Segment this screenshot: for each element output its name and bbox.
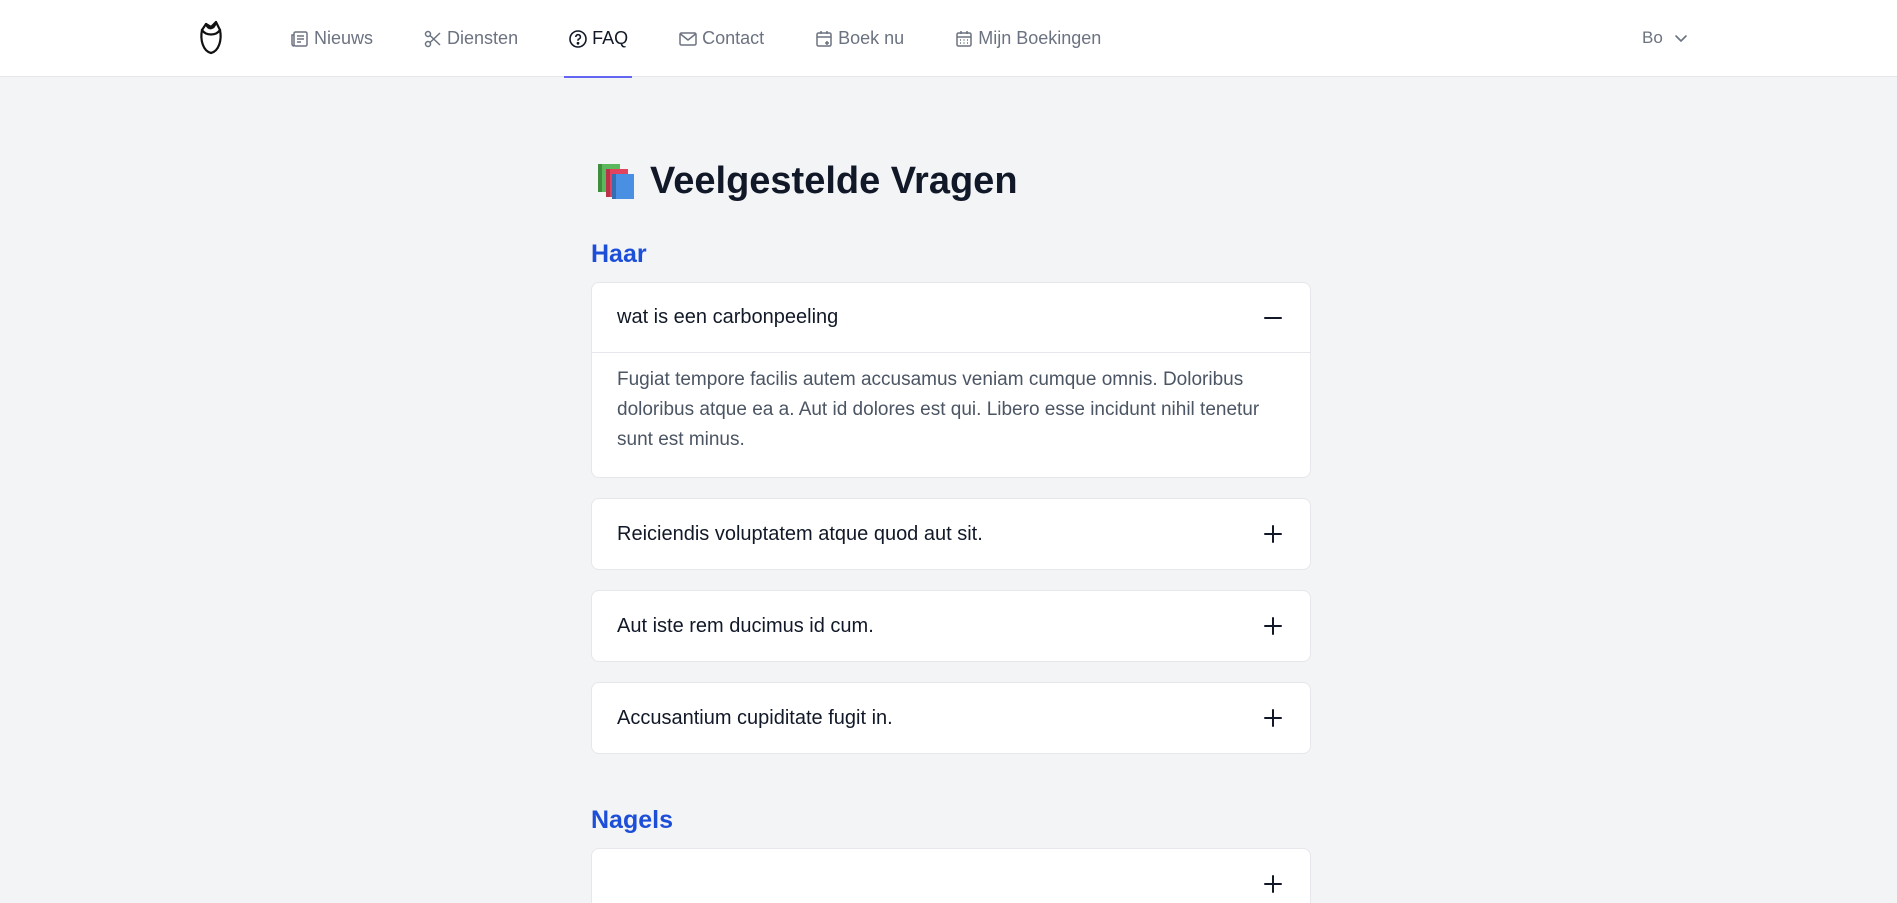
envelope-icon [678, 29, 698, 49]
faq-item: Accusantium cupiditate fugit in. [591, 682, 1311, 754]
faq-question-toggle[interactable]: Aut iste rem ducimus id cum. [592, 591, 1310, 661]
top-navbar: Nieuws Diensten FAQ Contact Boek nu Mijn… [0, 0, 1897, 78]
faq-answer: Fugiat tempore facilis autem accusamus v… [617, 369, 1260, 450]
faq-item [591, 848, 1311, 903]
nav-label: Diensten [447, 28, 519, 48]
calendar-icon [954, 29, 974, 49]
plus-icon[interactable] [1261, 706, 1285, 730]
faq-question: Aut iste rem ducimus id cum. [617, 614, 874, 637]
faq-question-toggle[interactable]: Accusantium cupiditate fugit in. [592, 683, 1310, 753]
plus-icon[interactable] [1261, 522, 1285, 546]
main-nav: Nieuws Diensten FAQ Contact Boek nu Mijn… [286, 0, 1105, 78]
nav-item-boek-nu[interactable]: Boek nu [810, 0, 908, 77]
page-title: Veelgestelde Vragen [596, 150, 1311, 212]
minus-icon[interactable] [1261, 306, 1285, 330]
faq-question: Reiciendis voluptatem atque quod aut sit… [617, 522, 983, 545]
nav-label: Mijn Boekingen [978, 28, 1102, 48]
section-title-nagels: Nagels [591, 806, 673, 834]
books-icon [596, 162, 636, 200]
user-menu-dropdown[interactable]: Bo [1642, 26, 1689, 50]
rose-logo-icon[interactable] [195, 17, 227, 57]
scissors-icon [423, 29, 443, 49]
user-name: Bo [1642, 28, 1663, 47]
newspaper-icon [290, 29, 310, 49]
nav-item-faq[interactable]: FAQ [564, 0, 633, 78]
faq-list-nagels [591, 848, 1311, 903]
nav-label: FAQ [592, 28, 629, 48]
faq-question-toggle[interactable]: Reiciendis voluptatem atque quod aut sit… [592, 499, 1310, 569]
page-title-text: Veelgestelde Vragen [650, 159, 1018, 202]
faq-question: Accusantium cupiditate fugit in. [617, 706, 893, 729]
plus-icon[interactable] [1261, 872, 1285, 896]
nav-item-nieuws[interactable]: Nieuws [286, 0, 377, 77]
nav-label: Boek nu [838, 28, 905, 48]
faq-question-toggle[interactable] [592, 849, 1310, 903]
nav-label: Nieuws [314, 28, 374, 48]
faq-question-toggle[interactable]: wat is een carbonpeeling [592, 283, 1310, 353]
question-circle-icon [568, 29, 588, 49]
section-title-haar: Haar [591, 240, 647, 268]
faq-item: wat is een carbonpeeling Fugiat tempore … [591, 282, 1311, 478]
nav-item-mijn-boekingen[interactable]: Mijn Boekingen [950, 0, 1105, 77]
nav-item-diensten[interactable]: Diensten [419, 0, 522, 77]
chevron-down-icon [1673, 30, 1689, 46]
nav-label: Contact [702, 28, 765, 48]
faq-item: Reiciendis voluptatem atque quod aut sit… [591, 498, 1311, 570]
faq-list-haar: wat is een carbonpeeling Fugiat tempore … [591, 282, 1311, 754]
faq-item: Aut iste rem ducimus id cum. [591, 590, 1311, 662]
calendar-plus-icon [814, 29, 834, 49]
plus-icon[interactable] [1261, 614, 1285, 638]
faq-page: Veelgestelde Vragen Haar wat is een carb… [591, 150, 1311, 903]
nav-item-contact[interactable]: Contact [674, 0, 768, 77]
faq-question: wat is een carbonpeeling [617, 306, 839, 328]
